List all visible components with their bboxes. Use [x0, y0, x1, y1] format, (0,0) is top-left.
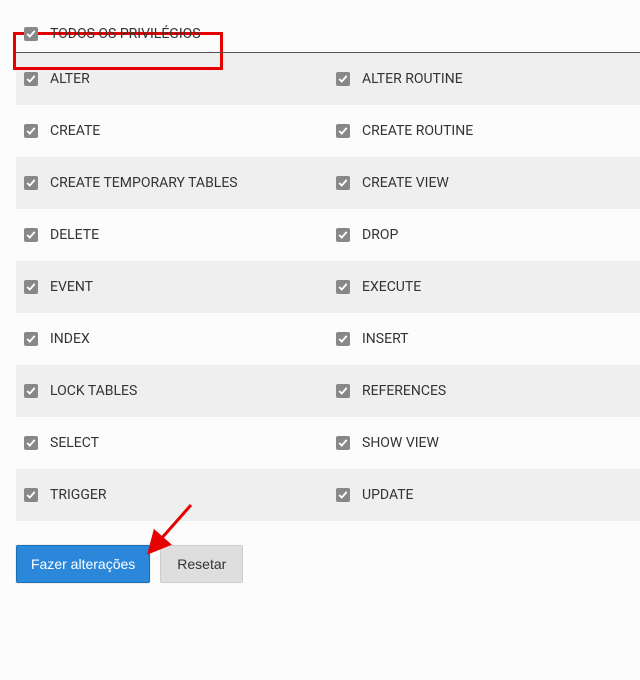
master-checkbox[interactable]: [24, 27, 38, 41]
privilege-label: REFERENCES: [362, 383, 446, 399]
privilege-cell: CREATE ROUTINE: [328, 105, 640, 157]
privilege-checkbox[interactable]: [336, 384, 350, 398]
table-row: SELECT SHOW VIEW: [16, 417, 640, 469]
master-label: TODOS OS PRIVILÉGIOS: [50, 26, 201, 42]
privilege-checkbox[interactable]: [24, 72, 38, 86]
privilege-label: SELECT: [50, 435, 99, 451]
privilege-cell: DELETE: [16, 209, 328, 261]
privilege-label: EXECUTE: [362, 279, 421, 295]
privilege-checkbox[interactable]: [336, 72, 350, 86]
privilege-cell: ALTER ROUTINE: [328, 53, 640, 105]
privilege-label: CREATE ROUTINE: [362, 123, 473, 139]
privilege-cell: CREATE VIEW: [328, 157, 640, 209]
privileges-panel: TODOS OS PRIVILÉGIOS ALTER ALTER ROUTINE C…: [0, 0, 640, 613]
privilege-cell: SHOW VIEW: [328, 417, 640, 469]
table-row: INDEX INSERT: [16, 313, 640, 365]
privilege-label: UPDATE: [362, 487, 414, 503]
privilege-label: CREATE TEMPORARY TABLES: [50, 175, 238, 191]
privilege-cell: REFERENCES: [328, 365, 640, 417]
privilege-cell: INSERT: [328, 313, 640, 365]
privilege-label: TRIGGER: [50, 487, 106, 503]
privilege-checkbox[interactable]: [24, 332, 38, 346]
privilege-label: INDEX: [50, 331, 90, 347]
privilege-label: ALTER: [50, 71, 90, 87]
privilege-cell: CREATE: [16, 105, 328, 157]
privilege-checkbox[interactable]: [336, 332, 350, 346]
privilege-cell: INDEX: [16, 313, 328, 365]
privilege-label: CREATE: [50, 123, 100, 139]
privilege-checkbox[interactable]: [336, 436, 350, 450]
privilege-cell: LOCK TABLES: [16, 365, 328, 417]
table-row: CREATE CREATE ROUTINE: [16, 105, 640, 157]
privilege-label: DELETE: [50, 227, 99, 243]
privilege-cell: DROP: [328, 209, 640, 261]
privilege-checkbox[interactable]: [24, 280, 38, 294]
privilege-label: SHOW VIEW: [362, 435, 439, 451]
privilege-checkbox[interactable]: [24, 124, 38, 138]
privilege-label: CREATE VIEW: [362, 175, 449, 191]
table-row: LOCK TABLES REFERENCES: [16, 365, 640, 417]
privilege-checkbox[interactable]: [336, 280, 350, 294]
privilege-cell: EVENT: [16, 261, 328, 313]
privilege-checkbox[interactable]: [24, 228, 38, 242]
privilege-checkbox[interactable]: [336, 228, 350, 242]
privilege-checkbox[interactable]: [336, 176, 350, 190]
privilege-cell: TRIGGER: [16, 469, 328, 521]
privilege-cell: CREATE TEMPORARY TABLES: [16, 157, 328, 209]
button-row: Fazer alterações Resetar: [16, 545, 640, 583]
privilege-checkbox[interactable]: [24, 436, 38, 450]
privilege-cell: EXECUTE: [328, 261, 640, 313]
master-privilege-row: TODOS OS PRIVILÉGIOS: [16, 16, 640, 53]
privilege-cell: ALTER: [16, 53, 328, 105]
privilege-label: ALTER ROUTINE: [362, 71, 463, 87]
privilege-checkbox[interactable]: [336, 488, 350, 502]
privilege-checkbox[interactable]: [24, 176, 38, 190]
privilege-checkbox[interactable]: [336, 124, 350, 138]
privilege-label: LOCK TABLES: [50, 383, 137, 399]
table-row: TRIGGER UPDATE: [16, 469, 640, 521]
privilege-label: EVENT: [50, 279, 93, 295]
privilege-checkbox[interactable]: [24, 384, 38, 398]
table-row: DELETE DROP: [16, 209, 640, 261]
privileges-table: ALTERALTER ROUTINECREATECREATE ROUTINECR…: [16, 53, 640, 521]
privilege-label: INSERT: [362, 331, 409, 347]
table-row: ALTER ALTER ROUTINE: [16, 53, 640, 105]
reset-button[interactable]: Resetar: [160, 545, 243, 583]
table-row: EVENT EXECUTE: [16, 261, 640, 313]
privilege-cell: SELECT: [16, 417, 328, 469]
privilege-checkbox[interactable]: [24, 488, 38, 502]
table-row: CREATE TEMPORARY TABLES CREATE VIEW: [16, 157, 640, 209]
submit-button[interactable]: Fazer alterações: [16, 545, 150, 583]
privilege-cell: UPDATE: [328, 469, 640, 521]
privilege-label: DROP: [362, 227, 398, 243]
